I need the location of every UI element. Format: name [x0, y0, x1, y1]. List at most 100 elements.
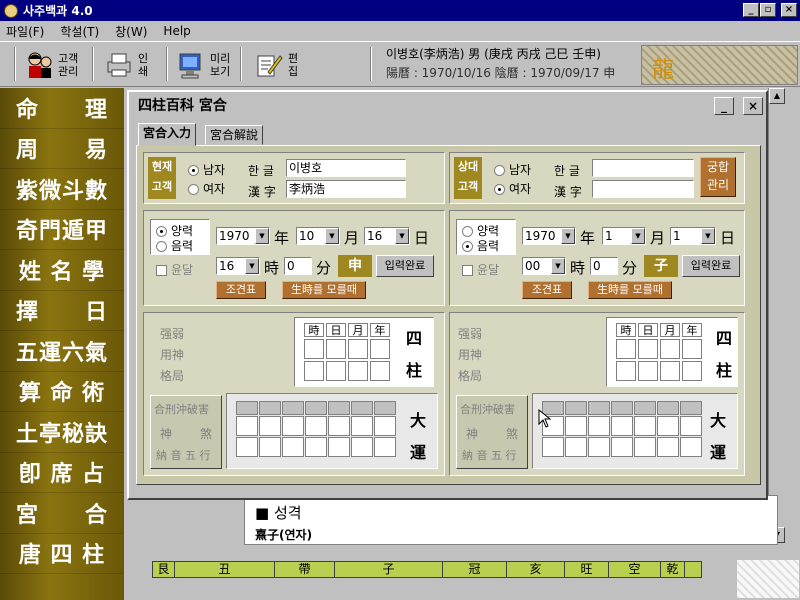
sidebar-item[interactable]: 土亭秘訣 — [0, 412, 124, 453]
close-button[interactable]: × — [781, 3, 797, 17]
right-month-select[interactable]: 1 ▼ — [602, 227, 646, 245]
luck-cell — [328, 437, 350, 457]
toolbar-separator — [14, 47, 16, 81]
sidebar-item[interactable]: 算 命 術 — [0, 372, 124, 412]
left-hangul-input[interactable]: 이병호 — [286, 159, 406, 177]
preview-button[interactable]: 미리 보기 — [176, 46, 238, 84]
left-four-char: 四 — [406, 329, 423, 348]
sidebar-item[interactable]: 卽 席 占 — [0, 453, 124, 493]
dropdown-arrow-icon[interactable]: ▼ — [255, 228, 269, 244]
dialog-minimize-button[interactable]: _ — [714, 97, 734, 115]
luck-cell — [374, 437, 396, 457]
left-hanja-input[interactable]: 李炳浩 — [286, 180, 406, 198]
compat-manage-button[interactable]: 궁합 관리 — [700, 157, 736, 197]
left-luck-char: 運 — [410, 443, 427, 462]
sidebar-item[interactable]: 宮合 — [0, 493, 124, 534]
luck-cell — [351, 416, 373, 436]
dropdown-arrow-icon[interactable]: ▼ — [631, 228, 645, 244]
right-birth-group: 양력 음력 1970 ▼ 年 1 ▼ 月 1 ▼ 日 윤달 00 ▼ 時 0 分 子 입… — [449, 210, 745, 306]
sidebar-item[interactable]: 紫微斗數 — [0, 169, 124, 210]
customer-button[interactable]: 고객 관리 — [24, 46, 86, 84]
luck-cell — [634, 416, 656, 436]
luck-cell — [282, 437, 304, 457]
left-hour-select[interactable]: 16 ▼ — [216, 257, 260, 275]
left-solar-radio[interactable] — [156, 226, 167, 237]
left-lunar-label: 음력 — [171, 239, 194, 253]
window-title: 사주백과 4.0 — [23, 4, 93, 18]
right-minute-input[interactable]: 0 — [590, 257, 618, 275]
dropdown-arrow-icon[interactable]: ▼ — [561, 228, 575, 244]
sidebar-item[interactable]: 姓 名 學 — [0, 250, 124, 291]
left-day-select[interactable]: 16 ▼ — [364, 227, 410, 245]
tab-compat-explain[interactable]: 宮合解說 — [205, 125, 264, 145]
people-icon — [24, 50, 54, 80]
left-clash-button[interactable]: 合刑沖破害 — [154, 401, 209, 417]
scroll-up-icon[interactable]: ▲ — [769, 88, 785, 104]
right-male-radio[interactable] — [494, 165, 505, 176]
sidebar-item[interactable]: 五運六氣 — [0, 331, 124, 372]
luck-cell — [259, 437, 281, 457]
right-shensha-1: 神 — [466, 427, 479, 441]
background-document: ■ 성격 熹子(연자) — [244, 495, 778, 545]
left-leap-label: 윤달 — [171, 263, 194, 277]
compat-manage-label-2: 관리 — [706, 178, 730, 192]
right-solar-radio[interactable] — [462, 226, 473, 237]
logo-banner: 龍 — [641, 45, 798, 85]
dropdown-arrow-icon[interactable]: ▼ — [395, 228, 409, 244]
right-year-select[interactable]: 1970 ▼ — [522, 227, 576, 245]
left-table-button[interactable]: 조견표 — [216, 281, 266, 299]
right-day-select[interactable]: 1 ▼ — [670, 227, 716, 245]
right-hangul-input[interactable] — [592, 159, 694, 177]
left-male-radio[interactable] — [188, 165, 199, 176]
left-lunar-radio[interactable] — [156, 241, 167, 252]
person-line-2: 陽曆 : 1970/10/16 陰曆 : 1970/09/17 申 — [386, 66, 616, 80]
left-hanja-label: 漢 字 — [248, 185, 276, 199]
dropdown-arrow-icon[interactable]: ▼ — [245, 258, 259, 274]
dropdown-arrow-icon[interactable]: ▼ — [701, 228, 715, 244]
left-confirm-button[interactable]: 입력완료 — [376, 255, 434, 277]
right-leap-label: 윤달 — [477, 263, 500, 277]
luck-cell — [305, 416, 327, 436]
toolbar: 고객 관리 인쇄 미리 보기 편집 이병호(李炳浩) 男 (庚戌 丙戌 己巳 壬申)… — [0, 41, 800, 87]
right-analysis-group: 强弱 用神 格局 時日月年 四 柱 合刑沖破害 神 煞 納 音 五 行 大 運 — [449, 312, 745, 476]
right-shensha-2: 煞 — [506, 427, 519, 441]
right-clash-button[interactable]: 合刑沖破害 — [460, 401, 515, 417]
dialog-close-button[interactable]: × — [743, 97, 763, 115]
sidebar-item[interactable]: 命理 — [0, 88, 124, 129]
right-leap-checkbox[interactable] — [462, 265, 473, 276]
sidebar-item[interactable]: 唐 四 柱 — [0, 534, 124, 574]
menu-file[interactable]: 파일(F) — [6, 23, 44, 40]
left-great-char: 大 — [410, 411, 427, 430]
left-year-select[interactable]: 1970 ▼ — [216, 227, 270, 245]
workspace-scrollbar[interactable]: ▲ ▼ — [768, 88, 785, 543]
maximize-button[interactable]: ▫ — [760, 3, 776, 17]
minimize-button[interactable]: _ — [743, 3, 759, 17]
right-confirm-button[interactable]: 입력완료 — [682, 255, 740, 277]
luck-cell — [259, 416, 281, 436]
pillar-header: 年 — [370, 323, 390, 337]
menu-help[interactable]: Help — [163, 24, 190, 38]
dropdown-arrow-icon[interactable]: ▼ — [551, 258, 565, 274]
right-hour-select[interactable]: 00 ▼ — [522, 257, 566, 275]
left-minute-input[interactable]: 0 — [284, 257, 312, 275]
tab-compat-input[interactable]: 宮合入力 — [138, 123, 197, 146]
left-leap-checkbox[interactable] — [156, 265, 167, 276]
menu-theory[interactable]: 학설(T) — [60, 23, 99, 40]
stem-cell: 冠 — [443, 562, 507, 577]
stem-row: 艮丑帶子冠亥旺空乾 — [152, 561, 702, 578]
left-female-radio[interactable] — [188, 184, 199, 195]
right-lunar-radio[interactable] — [462, 241, 473, 252]
menu-window[interactable]: 창(W) — [115, 23, 147, 40]
sidebar-item[interactable]: 奇門遁甲 — [0, 210, 124, 250]
sidebar-item[interactable]: 周易 — [0, 129, 124, 169]
left-month-select[interactable]: 10 ▼ — [296, 227, 340, 245]
left-unknown-time-button[interactable]: 生時를 모를때 — [282, 281, 366, 299]
sidebar-item[interactable]: 擇日 — [0, 291, 124, 331]
edit-button[interactable]: 편집 — [254, 46, 316, 84]
print-button[interactable]: 인쇄 — [104, 46, 166, 84]
right-hanja-input[interactable] — [592, 180, 694, 198]
right-unknown-time-button[interactable]: 生時를 모를때 — [588, 281, 672, 299]
dropdown-arrow-icon[interactable]: ▼ — [325, 228, 339, 244]
right-table-button[interactable]: 조견표 — [522, 281, 572, 299]
right-female-radio[interactable] — [494, 184, 505, 195]
